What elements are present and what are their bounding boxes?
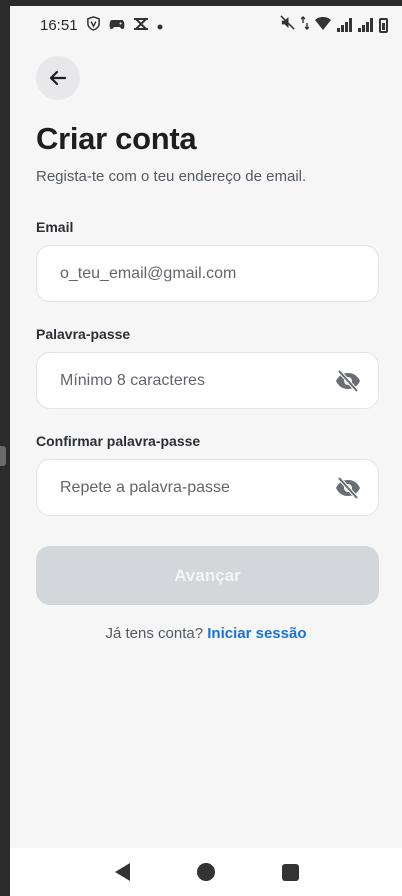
side-button bbox=[0, 446, 6, 466]
page-title: Criar conta bbox=[36, 121, 197, 156]
status-bar: 16:51 bbox=[10, 6, 402, 44]
system-nav-bar bbox=[10, 848, 402, 896]
back-button[interactable] bbox=[36, 56, 80, 100]
arrow-left-icon bbox=[49, 70, 67, 86]
battery-icon bbox=[379, 17, 388, 33]
status-time: 16:51 bbox=[40, 16, 78, 34]
password-field-container bbox=[36, 352, 379, 409]
nav-back-icon bbox=[114, 863, 130, 881]
screen: 16:51 Criar conta Regista-te com o teu e… bbox=[10, 6, 402, 896]
password-visibility-toggle[interactable] bbox=[334, 367, 362, 395]
confirm-password-label: Confirmar palavra-passe bbox=[36, 433, 201, 449]
nav-back-button[interactable] bbox=[102, 852, 142, 892]
password-label: Palavra-passe bbox=[36, 326, 131, 342]
login-prompt-row: Já tens conta? Iniciar sessão bbox=[10, 625, 402, 642]
signal-icon bbox=[358, 18, 373, 32]
confirm-password-field-container bbox=[36, 459, 379, 516]
status-left: 16:51 bbox=[40, 16, 163, 34]
status-right bbox=[280, 15, 388, 35]
wifi-icon bbox=[315, 16, 331, 35]
confirm-password-visibility-toggle[interactable] bbox=[334, 474, 362, 502]
email-field-container bbox=[36, 245, 379, 302]
device-frame: 16:51 Criar conta Regista-te com o teu e… bbox=[0, 0, 402, 896]
game-controller-icon bbox=[109, 18, 125, 33]
confirm-password-input[interactable] bbox=[60, 478, 334, 497]
nav-recents-button[interactable] bbox=[270, 852, 310, 892]
mute-icon bbox=[280, 15, 295, 35]
password-input[interactable] bbox=[60, 371, 334, 390]
data-arrows-icon bbox=[300, 15, 310, 35]
vpn-shield-icon bbox=[86, 16, 101, 34]
nav-home-button[interactable] bbox=[186, 852, 226, 892]
eye-off-icon bbox=[336, 476, 360, 499]
page-subtitle: Regista-te com o teu endereço de email. bbox=[36, 168, 307, 185]
dot-icon bbox=[157, 18, 163, 33]
eye-off-icon bbox=[336, 369, 360, 392]
signal-icon bbox=[337, 18, 352, 32]
login-prompt-text: Já tens conta? bbox=[105, 625, 204, 642]
nav-home-icon bbox=[197, 863, 215, 881]
login-link[interactable]: Iniciar sessão bbox=[207, 625, 306, 642]
nav-recents-icon bbox=[281, 863, 299, 881]
capcut-icon bbox=[133, 17, 149, 34]
email-label: Email bbox=[36, 219, 74, 235]
submit-button[interactable]: Avançar bbox=[36, 546, 379, 605]
email-input[interactable] bbox=[60, 264, 362, 283]
